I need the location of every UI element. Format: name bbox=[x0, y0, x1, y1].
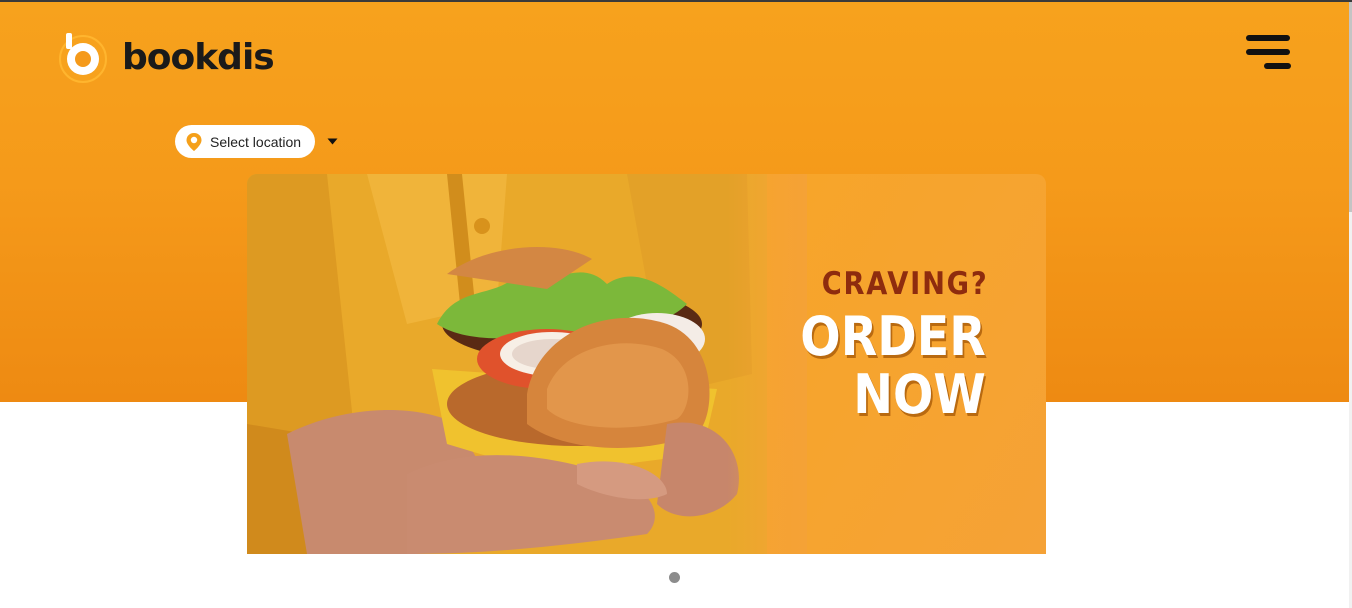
location-label: Select location bbox=[210, 133, 302, 150]
location-button[interactable]: Select location bbox=[175, 125, 316, 158]
caret-down-icon[interactable] bbox=[327, 138, 338, 145]
hamburger-menu-icon bbox=[1246, 35, 1291, 69]
logo-wordmark: bookdis bbox=[122, 36, 275, 78]
banner-headline-line2: NOW bbox=[853, 363, 986, 426]
banner-headline-small: CRAVING? bbox=[821, 266, 988, 302]
location-selector: Select location bbox=[175, 125, 338, 158]
banner-headline: ORDER NOW bbox=[801, 308, 986, 424]
promo-banner[interactable]: CRAVING? ORDER NOW bbox=[247, 174, 1046, 554]
page: bookdis Select location CRAVING? ORDER N… bbox=[0, 0, 1352, 608]
banner-headline-line1: ORDER bbox=[800, 305, 986, 368]
carousel-dot-active[interactable] bbox=[669, 572, 680, 583]
hamburger-menu-button[interactable] bbox=[1244, 34, 1294, 72]
burger-in-hands-photo bbox=[247, 174, 807, 554]
logo-mark-icon bbox=[56, 30, 110, 84]
brand-logo[interactable]: bookdis bbox=[56, 30, 275, 84]
map-pin-icon bbox=[186, 132, 202, 151]
